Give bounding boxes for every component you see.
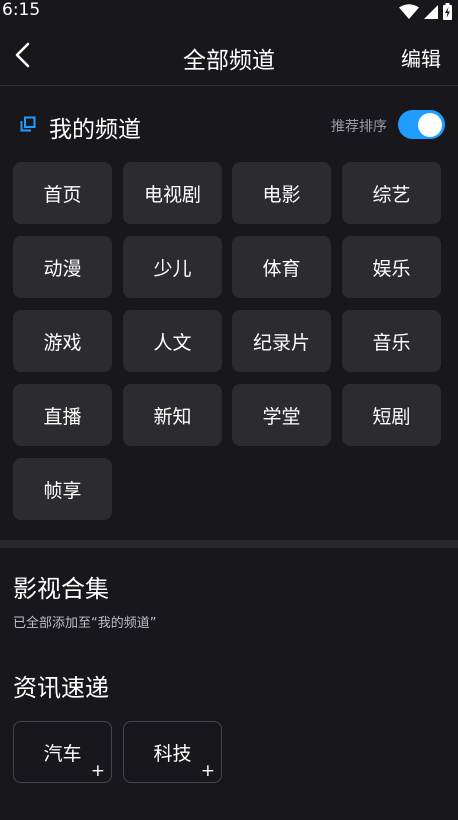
channel-chip[interactable]: 学堂	[232, 384, 331, 446]
channel-chip[interactable]: 纪录片	[232, 310, 331, 372]
sort-label: 推荐排序	[331, 119, 387, 135]
channel-chip[interactable]: 音乐	[342, 310, 441, 372]
film-section-title: 影视合集	[13, 575, 109, 603]
status-icons	[399, 3, 452, 20]
channel-chip[interactable]: 动漫	[13, 236, 112, 298]
plus-icon: +	[200, 761, 215, 781]
add-channel-label: 科技	[153, 742, 192, 765]
header: 全部频道 编辑	[0, 26, 458, 86]
channel-chip[interactable]: 首页	[13, 162, 112, 224]
channel-chip[interactable]: 体育	[232, 236, 331, 298]
status-bar: 6:15	[0, 0, 458, 24]
channel-chip[interactable]: 帧享	[13, 458, 112, 520]
page-title: 全部频道	[183, 48, 275, 74]
add-channel-chip[interactable]: 汽车 +	[13, 721, 112, 783]
channel-chip[interactable]: 少儿	[123, 236, 222, 298]
toggle-knob	[418, 112, 442, 137]
channel-chip[interactable]: 短剧	[342, 384, 441, 446]
status-time: 6:15	[2, 0, 41, 20]
plus-icon: +	[90, 761, 105, 781]
signal-icon	[424, 4, 438, 19]
film-section-subtitle: 已全部添加至“我的频道”	[13, 616, 157, 631]
channel-chip[interactable]: 娱乐	[342, 236, 441, 298]
my-channels-title: 我的频道	[49, 117, 141, 143]
edit-button[interactable]: 编辑	[401, 43, 441, 72]
news-section-title: 资讯速递	[13, 674, 109, 702]
channel-chip[interactable]: 电影	[232, 162, 331, 224]
add-channel-label: 汽车	[43, 742, 82, 765]
channel-chip[interactable]: 直播	[13, 384, 112, 446]
channel-chip[interactable]: 人文	[123, 310, 222, 372]
my-channels-header: 我的频道 推荐排序	[0, 104, 458, 144]
wifi-icon	[399, 3, 419, 19]
section-divider	[0, 540, 458, 548]
channel-chip[interactable]: 电视剧	[123, 162, 222, 224]
channel-stack-icon	[20, 116, 36, 132]
channel-chip[interactable]: 游戏	[13, 310, 112, 372]
add-channel-chip[interactable]: 科技 +	[123, 721, 222, 783]
channel-chip[interactable]: 综艺	[342, 162, 441, 224]
channel-chip[interactable]: 新知	[123, 384, 222, 446]
battery-icon	[443, 3, 452, 20]
sort-toggle[interactable]	[398, 110, 445, 139]
